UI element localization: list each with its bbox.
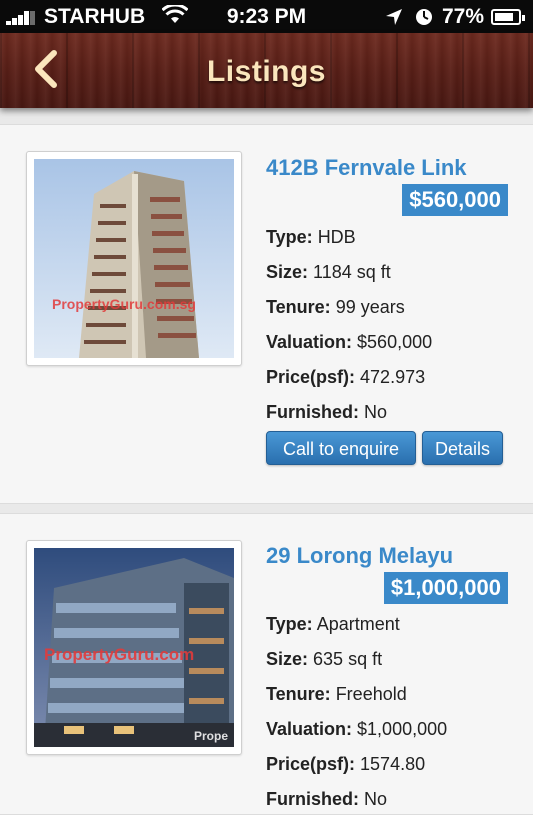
status-bar: STARHUB 9:23 PM 77% bbox=[0, 0, 533, 33]
price-psf-label: Price(psf): bbox=[266, 367, 356, 387]
valuation-value: $560,000 bbox=[357, 332, 433, 352]
type-row: Type: HDB bbox=[266, 227, 356, 248]
size-label: Size: bbox=[266, 649, 309, 669]
tenure-label: Tenure: bbox=[266, 297, 331, 317]
furnished-value: No bbox=[364, 789, 388, 809]
furnished-value: No bbox=[364, 402, 388, 422]
size-value: 635 sq ft bbox=[313, 649, 383, 669]
furnished-row: Furnished: No bbox=[266, 402, 387, 423]
tenure-value: 99 years bbox=[335, 297, 405, 317]
type-value: Apartment bbox=[316, 614, 400, 634]
size-label: Size: bbox=[266, 262, 309, 282]
photo-watermark-2: Prope bbox=[194, 729, 228, 743]
battery-icon bbox=[491, 9, 525, 25]
valuation-row: Valuation: $1,000,000 bbox=[266, 719, 447, 740]
price-psf-value: 472.973 bbox=[360, 367, 426, 387]
photo-watermark: PropertyGuru.com bbox=[44, 645, 194, 664]
furnished-label: Furnished: bbox=[266, 402, 359, 422]
tenure-label: Tenure: bbox=[266, 684, 331, 704]
type-row: Type: Apartment bbox=[266, 614, 400, 635]
listing-title[interactable]: 29 Lorong Melayu bbox=[266, 543, 453, 569]
listing-card[interactable]: PropertyGuru.com.sg 412B Fernvale Link $… bbox=[0, 124, 533, 504]
details-button[interactable]: Details bbox=[422, 431, 503, 465]
listing-card[interactable]: PropertyGuru.com Prope 29 Lorong Melayu … bbox=[0, 513, 533, 815]
furnished-label: Furnished: bbox=[266, 789, 359, 809]
photo-watermark: PropertyGuru.com.sg bbox=[52, 296, 196, 312]
type-value: HDB bbox=[317, 227, 356, 247]
nav-bar: Listings bbox=[0, 33, 533, 108]
size-row: Size: 1184 sq ft bbox=[266, 262, 391, 283]
listing-photo[interactable]: PropertyGuru.com.sg bbox=[26, 151, 242, 366]
page-title: Listings bbox=[206, 55, 326, 88]
type-label: Type: bbox=[266, 614, 313, 634]
price-psf-value: 1574.80 bbox=[360, 754, 426, 774]
valuation-row: Valuation: $560,000 bbox=[266, 332, 432, 353]
battery-percent: 77% bbox=[442, 5, 485, 28]
size-value: 1184 sq ft bbox=[313, 262, 391, 282]
price-badge: $560,000 bbox=[402, 184, 508, 216]
valuation-label: Valuation: bbox=[266, 332, 353, 352]
tenure-row: Tenure: Freehold bbox=[266, 684, 407, 705]
price-badge: $1,000,000 bbox=[383, 572, 508, 604]
alarm-clock-icon bbox=[414, 7, 434, 33]
call-to-enquire-button[interactable]: Call to enquire bbox=[266, 431, 416, 465]
price-psf-row: Price(psf): 1574.80 bbox=[266, 754, 425, 775]
location-arrow-icon bbox=[384, 7, 404, 33]
listing-photo[interactable]: PropertyGuru.com Prope bbox=[26, 540, 242, 755]
price-psf-label: Price(psf): bbox=[266, 754, 356, 774]
valuation-label: Valuation: bbox=[266, 719, 353, 739]
size-row: Size: 635 sq ft bbox=[266, 649, 382, 670]
price-psf-row: Price(psf): 472.973 bbox=[266, 367, 425, 388]
tenure-value: Freehold bbox=[335, 684, 407, 704]
tenure-row: Tenure: 99 years bbox=[266, 297, 405, 318]
type-label: Type: bbox=[266, 227, 313, 247]
valuation-value: $1,000,000 bbox=[357, 719, 448, 739]
listing-title[interactable]: 412B Fernvale Link bbox=[266, 155, 467, 181]
